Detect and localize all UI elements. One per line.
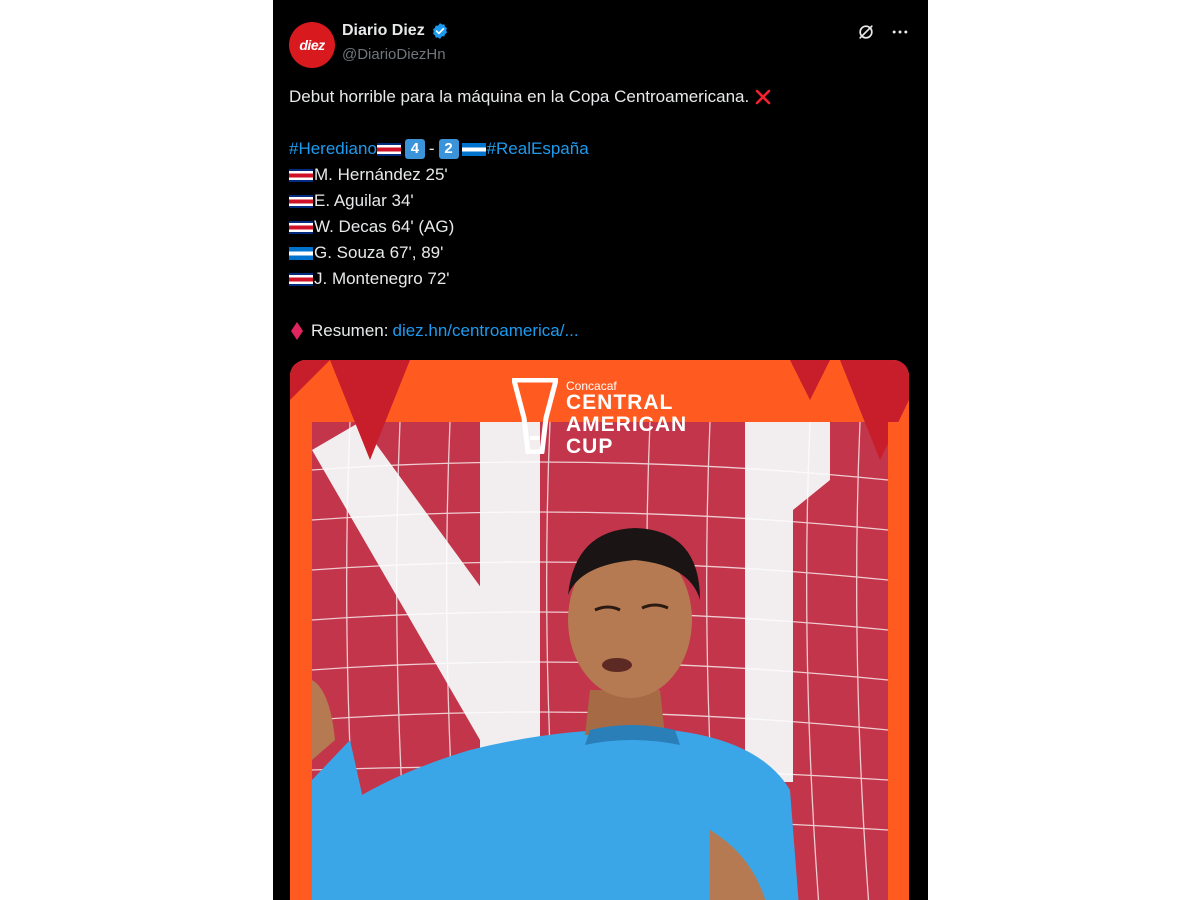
red-diamond-icon	[291, 322, 303, 340]
more-icon[interactable]	[890, 22, 910, 42]
honduras-flag-icon	[289, 246, 313, 260]
costa-rica-flag-icon	[289, 220, 313, 234]
avatar-logo-text: diez	[299, 37, 325, 53]
logo-line-3: CUP	[566, 435, 614, 458]
tweet-card: diez Diario Diez @DiarioDiezHn Debut hor…	[273, 0, 928, 900]
scorer-line: W. Decas 64' (AG)	[289, 214, 909, 240]
costa-rica-flag-icon	[289, 272, 313, 286]
score-separator: -	[428, 139, 435, 158]
central-american-cup-trophy-icon	[512, 378, 558, 454]
score-line: #Herediano 4 - 2 #RealEspaña	[289, 136, 909, 162]
scorer-line: E. Aguilar 34'	[289, 188, 909, 214]
cross-mark-icon	[755, 89, 771, 105]
scorer-text: W. Decas 64' (AG)	[314, 217, 455, 236]
account-display-name[interactable]: Diario Diez	[342, 22, 425, 40]
account-handle[interactable]: @DiarioDiezHn	[342, 46, 446, 63]
logo-line-1: CENTRAL	[566, 391, 674, 414]
verified-badge-icon	[432, 23, 447, 39]
scorer-line: G. Souza 67', 89'	[289, 240, 909, 266]
summary-line: Resumen: diez.hn/centroamerica/...	[289, 318, 909, 344]
away-score: 2	[438, 139, 459, 159]
home-team-hashtag[interactable]: #Herediano	[289, 136, 377, 162]
headline-text: Debut horrible para la máquina en la Cop…	[289, 87, 750, 106]
logo-text-block: Concacaf CENTRAL AMERICAN CUP	[566, 378, 687, 458]
scorer-line: J. Montenegro 72'	[289, 266, 909, 292]
costa-rica-flag-icon	[289, 168, 313, 182]
home-score: 4	[404, 139, 425, 159]
headline-line: Debut horrible para la máquina en la Cop…	[289, 84, 909, 110]
away-team-hashtag[interactable]: #RealEspaña	[487, 136, 589, 162]
scorer-text: J. Montenegro 72'	[314, 269, 450, 288]
tweet-media-image[interactable]: Concacaf CENTRAL AMERICAN CUP	[290, 360, 909, 900]
grok-icon[interactable]	[856, 22, 876, 42]
account-avatar[interactable]: diez	[289, 22, 335, 68]
summary-label: Resumen:	[311, 321, 389, 340]
central-american-cup-logo: Concacaf CENTRAL AMERICAN CUP	[512, 378, 687, 458]
scorer-text: M. Hernández 25'	[314, 165, 448, 184]
costa-rica-flag-icon	[376, 142, 401, 156]
logo-line-2: AMERICAN	[566, 413, 688, 436]
tweet-text: Debut horrible para la máquina en la Cop…	[289, 84, 909, 344]
account-name-row: Diario Diez	[342, 22, 449, 40]
tweet-actions	[856, 22, 910, 42]
scorer-text: E. Aguilar 34'	[314, 191, 414, 210]
scorer-line: M. Hernández 25'	[289, 162, 909, 188]
honduras-flag-icon	[461, 142, 486, 156]
summary-link[interactable]: diez.hn/centroamerica/...	[392, 318, 578, 344]
scorer-text: G. Souza 67', 89'	[314, 243, 444, 262]
costa-rica-flag-icon	[289, 194, 313, 208]
